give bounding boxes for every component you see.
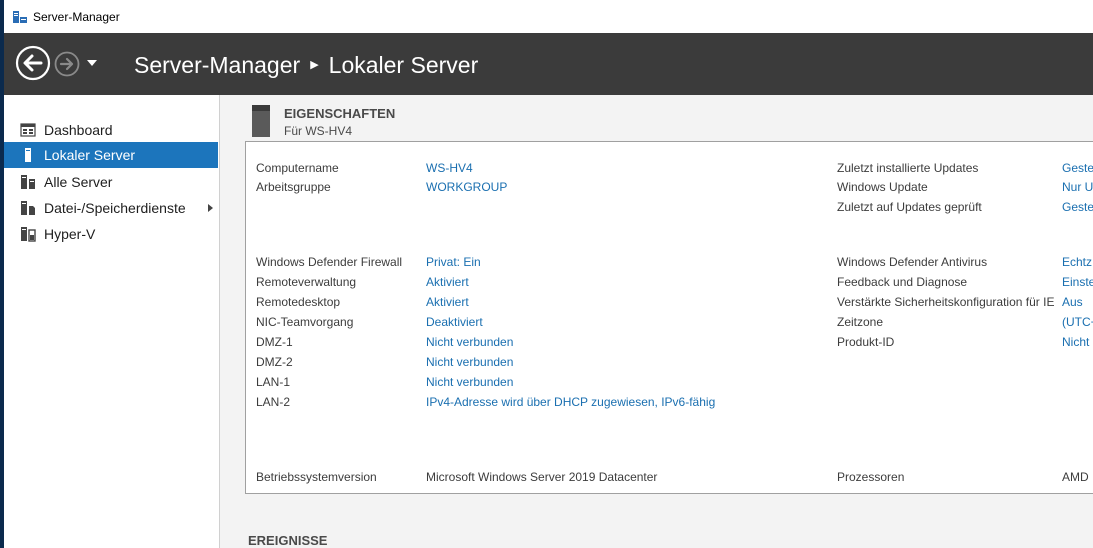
prop-label-lan-1: LAN-1	[256, 375, 291, 389]
chevron-right-icon[interactable]	[207, 203, 214, 213]
prop-value-nic-teaming[interactable]: Deaktiviert	[426, 315, 483, 333]
sidebar-item-all-servers[interactable]: Alle Server	[4, 169, 218, 195]
prop-label-last-updates: Zuletzt installierte Updates	[837, 161, 979, 175]
sidebar-item-label: Dashboard	[44, 122, 113, 138]
server-manager-app-icon	[13, 11, 27, 23]
prop-label-lan-2: LAN-2	[256, 395, 291, 409]
prop-label-dmz-2: DMZ-2	[256, 355, 293, 369]
main-content: EIGENSCHAFTEN Für WS-HV4 Computername WS…	[220, 95, 1093, 548]
prop-value-remote-management[interactable]: Aktiviert	[426, 275, 469, 293]
prop-value-feedback[interactable]: Einste	[1062, 275, 1093, 293]
prop-value-antivirus[interactable]: Echtz	[1062, 255, 1092, 273]
prop-value-product-id[interactable]: Nicht	[1062, 335, 1089, 353]
sidebar-item-label: Hyper-V	[44, 226, 96, 242]
prop-value-remote-desktop[interactable]: Aktiviert	[426, 295, 469, 313]
prop-value-os-version: Microsoft Windows Server 2019 Datacenter	[426, 470, 658, 484]
forward-arrow-icon[interactable]	[54, 51, 80, 77]
prop-label-ie-esc: Verstärkte Sicherheitskonfiguration für …	[837, 295, 1055, 309]
prop-value-computername[interactable]: WS-HV4	[426, 161, 473, 179]
prop-label-antivirus: Windows Defender Antivirus	[837, 255, 988, 269]
prop-label-os-version: Betriebssystemversion	[256, 470, 377, 484]
title-bar: Server-Manager	[4, 0, 1093, 34]
local-server-icon	[25, 148, 31, 162]
sidebar: Dashboard Lokaler Server Alle Server Dat…	[4, 95, 220, 548]
all-servers-icon	[21, 175, 35, 189]
prop-value-processors: AMD	[1062, 470, 1089, 484]
header-bar: Server-Manager ▶ Lokaler Server	[4, 33, 1093, 95]
prop-label-processors: Prozessoren	[837, 470, 905, 484]
prop-value-firewall[interactable]: Privat: Ein	[426, 255, 481, 273]
prop-value-dmz-2[interactable]: Nicht verbunden	[426, 355, 513, 373]
properties-title: EIGENSCHAFTEN	[284, 106, 396, 121]
sidebar-item-file-storage[interactable]: Datei-/Speicherdienste	[4, 195, 218, 221]
prop-label-product-id: Produkt-ID	[837, 335, 895, 349]
prop-value-workgroup[interactable]: WORKGROUP	[426, 180, 507, 198]
window-title: Server-Manager	[33, 10, 120, 24]
prop-value-ie-esc[interactable]: Aus	[1062, 295, 1083, 313]
dashboard-icon	[20, 123, 36, 137]
prop-label-nic-teaming: NIC-Teamvorgang	[256, 315, 354, 329]
history-dropdown-icon[interactable]	[86, 59, 98, 67]
server-manager-window: Server-Manager Server-Manager ▶ Lokaler Se…	[4, 0, 1093, 548]
file-storage-icon	[21, 201, 35, 215]
prop-value-last-checked[interactable]: Geste	[1062, 200, 1093, 218]
prop-label-firewall: Windows Defender Firewall	[256, 255, 403, 269]
sidebar-item-hyper-v[interactable]: Hyper-V	[4, 221, 218, 247]
sidebar-item-local-server[interactable]: Lokaler Server	[4, 142, 218, 168]
breadcrumb-current: Lokaler Server	[328, 52, 479, 78]
prop-label-last-checked: Zuletzt auf Updates geprüft	[837, 200, 982, 214]
prop-value-lan-2[interactable]: IPv4-Adresse wird über DHCP zugewiesen, …	[426, 395, 715, 413]
prop-label-timezone: Zeitzone	[837, 315, 884, 329]
prop-value-last-updates[interactable]: Geste	[1062, 161, 1093, 179]
prop-label-remote-desktop: Remotedesktop	[256, 295, 341, 309]
server-tower-icon	[252, 105, 270, 137]
events-title: EREIGNISSE	[248, 533, 328, 548]
prop-value-dmz-1[interactable]: Nicht verbunden	[426, 335, 513, 353]
properties-subtitle: Für WS-HV4	[284, 124, 353, 138]
back-arrow-icon[interactable]	[15, 45, 51, 81]
sidebar-item-dashboard[interactable]: Dashboard	[4, 117, 218, 143]
sidebar-item-label: Alle Server	[44, 174, 113, 190]
sidebar-item-label: Datei-/Speicherdienste	[44, 200, 186, 216]
prop-label-workgroup: Arbeitsgruppe	[256, 180, 331, 194]
breadcrumb-separator-icon: ▶	[310, 59, 319, 71]
properties-panel: Computername WS-HV4 Arbeitsgruppe WORKGR…	[245, 141, 1093, 494]
breadcrumb: Server-Manager ▶ Lokaler Server	[134, 52, 478, 79]
hyperv-icon	[21, 227, 36, 242]
prop-value-lan-1[interactable]: Nicht verbunden	[426, 375, 513, 393]
prop-label-windows-update: Windows Update	[837, 180, 928, 194]
prop-value-timezone[interactable]: (UTC+	[1062, 315, 1093, 333]
prop-value-windows-update[interactable]: Nur U	[1062, 180, 1093, 198]
breadcrumb-root[interactable]: Server-Manager	[134, 52, 300, 78]
prop-label-feedback: Feedback und Diagnose	[837, 275, 968, 289]
prop-label-remote-management: Remoteverwaltung	[256, 275, 357, 289]
sidebar-item-label: Lokaler Server	[44, 147, 136, 163]
prop-label-computername: Computername	[256, 161, 339, 175]
prop-label-dmz-1: DMZ-1	[256, 335, 293, 349]
